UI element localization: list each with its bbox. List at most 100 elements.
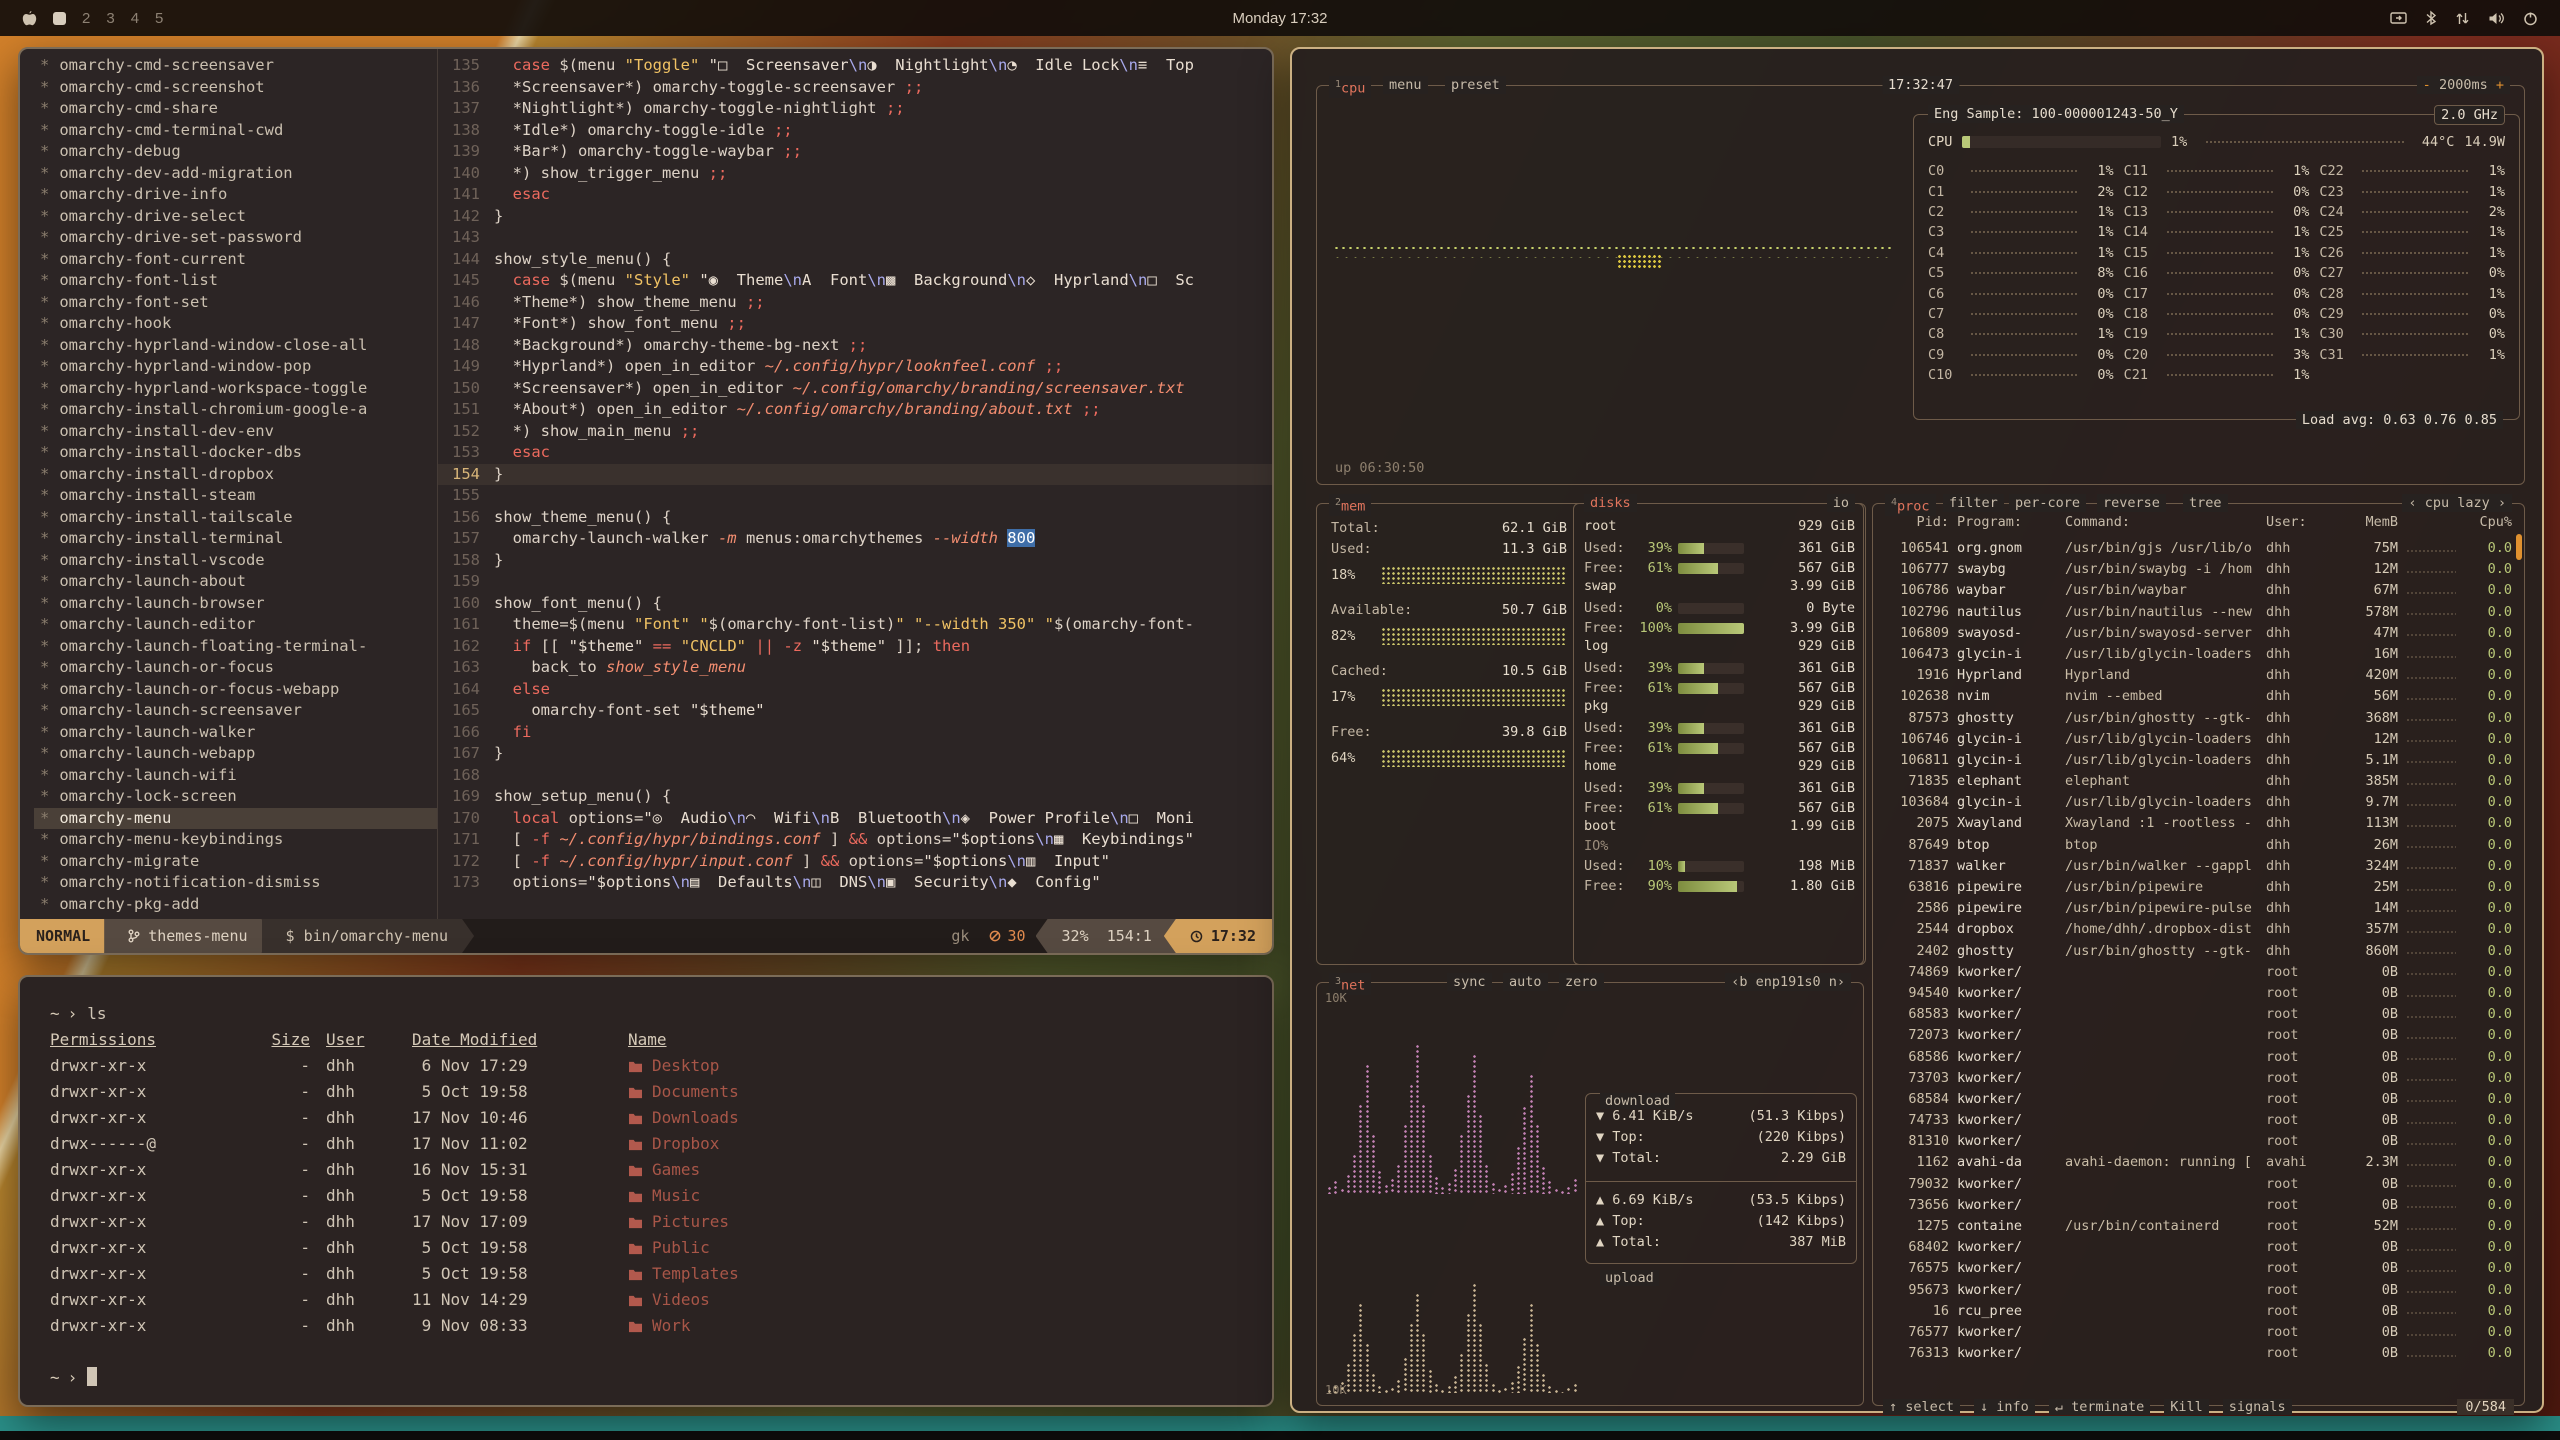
file-tree-item[interactable]: *omarchy-install-tailscale <box>34 507 437 529</box>
workspace-3-button[interactable]: 3 <box>106 10 114 27</box>
process-row[interactable]: 106541org.gnom/usr/bin/gjs /usr/lib/odhh… <box>1885 540 2512 561</box>
net-auto-button[interactable]: auto <box>1503 973 1548 991</box>
process-scrollbar[interactable] <box>2516 534 2522 560</box>
process-row[interactable]: 106777swaybg/usr/bin/swaybg -i /homdhh12… <box>1885 561 2512 582</box>
process-row[interactable]: 87649btopbtopdhh26M0.0 <box>1885 837 2512 858</box>
file-tree-item[interactable]: *omarchy-launch-browser <box>34 593 437 615</box>
process-row[interactable]: 63816pipewire/usr/bin/pipewiredhh25M0.0 <box>1885 879 2512 900</box>
process-column-header[interactable]: User: <box>2266 514 2330 530</box>
process-footer-action[interactable]: ↑ select <box>1883 1399 1960 1415</box>
process-footer-action[interactable]: ↓ info <box>1974 1399 2035 1415</box>
process-row[interactable]: 74869kworker/root0B0.0 <box>1885 964 2512 985</box>
screencast-icon[interactable] <box>2390 11 2407 26</box>
process-column-header[interactable]: MemB <box>2338 514 2398 530</box>
file-tree-item[interactable]: *omarchy-cmd-screensaver <box>34 55 437 77</box>
file-tree-item[interactable]: *omarchy-hook <box>34 313 437 335</box>
file-tree-item[interactable]: *omarchy-cmd-screenshot <box>34 77 437 99</box>
process-row[interactable]: 2075XwaylandXwayland :1 -rootless -dhh11… <box>1885 815 2512 836</box>
process-row[interactable]: 2586pipewire/usr/bin/pipewire-pulsedhh14… <box>1885 900 2512 921</box>
process-row[interactable]: 68584kworker/root0B0.0 <box>1885 1091 2512 1112</box>
update-interval-control[interactable]: - 2000ms + <box>2417 76 2510 94</box>
file-tree-item[interactable]: *omarchy-font-set <box>34 292 437 314</box>
process-row[interactable]: 2544dropbox/home/dhh/.dropbox-distdhh357… <box>1885 921 2512 942</box>
process-row[interactable]: 1275containe/usr/bin/containerdroot52M0.… <box>1885 1218 2512 1239</box>
process-row[interactable]: 106809swayosd-/usr/bin/swayosd-serverdhh… <box>1885 625 2512 646</box>
process-row[interactable]: 103684glycin-i/usr/lib/glycin-loadersdhh… <box>1885 794 2512 815</box>
file-tree-item[interactable]: *omarchy-drive-set-password <box>34 227 437 249</box>
process-row[interactable]: 74733kworker/root0B0.0 <box>1885 1112 2512 1133</box>
process-footer-action[interactable]: Kill <box>2164 1399 2209 1415</box>
cpu-menu-button[interactable]: menu <box>1383 76 1428 94</box>
process-row[interactable]: 76575kworker/root0B0.0 <box>1885 1260 2512 1281</box>
disks-title[interactable]: disks <box>1584 494 1637 512</box>
file-tree-item[interactable]: *omarchy-install-dev-env <box>34 421 437 443</box>
file-tree-item[interactable]: *omarchy-launch-screensaver <box>34 700 437 722</box>
proc-sort-selector[interactable]: ‹ cpu lazy › <box>2402 494 2512 512</box>
process-footer-action[interactable]: signals <box>2223 1399 2292 1415</box>
file-tree-item[interactable]: *omarchy-launch-webapp <box>34 743 437 765</box>
workspace-2-button[interactable]: 2 <box>82 10 90 27</box>
process-row[interactable]: 106811glycin-i/usr/lib/glycin-loadersdhh… <box>1885 752 2512 773</box>
process-row[interactable]: 102638nvimnvim --embeddhh56M0.0 <box>1885 688 2512 709</box>
file-tree-item[interactable]: *omarchy-pkg-add <box>34 894 437 916</box>
process-row[interactable]: 79032kworker/root0B0.0 <box>1885 1176 2512 1197</box>
process-row[interactable]: 102796nautilus/usr/bin/nautilus --newdhh… <box>1885 604 2512 625</box>
file-tree-item[interactable]: *omarchy-install-dropbox <box>34 464 437 486</box>
proc-tree-button[interactable]: tree <box>2183 494 2228 512</box>
process-column-header[interactable]: Command: <box>2065 514 2258 530</box>
workspace-5-button[interactable]: 5 <box>155 10 163 27</box>
file-tree-item[interactable]: *omarchy-launch-editor <box>34 614 437 636</box>
file-tree-item[interactable]: *omarchy-install-vscode <box>34 550 437 572</box>
process-row[interactable]: 1916HyprlandHyprlanddhh420M0.0 <box>1885 667 2512 688</box>
process-row[interactable]: 1162avahi-daavahi-daemon: running [avahi… <box>1885 1154 2512 1175</box>
file-tree-item[interactable]: *omarchy-font-current <box>34 249 437 271</box>
file-tree-item[interactable]: *omarchy-drive-info <box>34 184 437 206</box>
net-zero-button[interactable]: zero <box>1559 973 1604 991</box>
terminal-prompt-line-2[interactable]: ~› <box>50 1365 1242 1391</box>
file-tree-item[interactable]: *omarchy-menu-keybindings <box>34 829 437 851</box>
process-row[interactable]: 68586kworker/root0B0.0 <box>1885 1049 2512 1070</box>
net-interface-selector[interactable]: ‹b enp191s0 n› <box>1725 973 1851 991</box>
file-tree-item[interactable]: *omarchy-install-terminal <box>34 528 437 550</box>
io-mode-button[interactable]: io <box>1827 494 1855 512</box>
process-row[interactable]: 76313kworker/root0B0.0 <box>1885 1345 2512 1366</box>
process-row[interactable]: 94540kworker/root0B0.0 <box>1885 985 2512 1006</box>
process-row[interactable]: 106473glycin-i/usr/lib/glycin-loadersdhh… <box>1885 646 2512 667</box>
process-row[interactable]: 2402ghostty/usr/bin/ghostty --gtk-dhh860… <box>1885 943 2512 964</box>
process-row[interactable]: 72073kworker/root0B0.0 <box>1885 1027 2512 1048</box>
volume-icon[interactable] <box>2488 11 2505 26</box>
process-row[interactable]: 95673kworker/root0B0.0 <box>1885 1282 2512 1303</box>
file-tree-item[interactable]: *omarchy-migrate <box>34 851 437 873</box>
file-tree-item[interactable]: *omarchy-launch-wifi <box>34 765 437 787</box>
file-tree-item[interactable]: *omarchy-hyprland-workspace-toggle <box>34 378 437 400</box>
bluetooth-icon[interactable] <box>2425 10 2437 26</box>
file-tree-item[interactable]: *omarchy-menu <box>34 808 437 830</box>
process-row[interactable]: 68583kworker/root0B0.0 <box>1885 1006 2512 1027</box>
process-row[interactable]: 73656kworker/root0B0.0 <box>1885 1197 2512 1218</box>
bandwidth-icon[interactable] <box>2455 11 2470 26</box>
file-tree-item[interactable]: *omarchy-install-steam <box>34 485 437 507</box>
process-row[interactable]: 106746glycin-i/usr/lib/glycin-loadersdhh… <box>1885 731 2512 752</box>
file-tree-item[interactable]: *omarchy-cmd-terminal-cwd <box>34 120 437 142</box>
process-row[interactable]: 16rcu_preeroot0B0.0 <box>1885 1303 2512 1324</box>
cpu-preset-button[interactable]: preset <box>1445 76 1506 94</box>
net-sync-button[interactable]: sync <box>1447 973 1492 991</box>
process-footer-action[interactable]: ↵ terminate <box>2049 1399 2150 1415</box>
proc-filter-button[interactable]: filter <box>1943 494 2004 512</box>
process-column-header[interactable]: Cpu% <box>2464 514 2512 530</box>
interval-minus-button[interactable]: - <box>2423 77 2431 93</box>
file-tree-item[interactable]: *omarchy-install-docker-dbs <box>34 442 437 464</box>
file-tree[interactable]: *omarchy-cmd-screensaver*omarchy-cmd-scr… <box>20 49 438 919</box>
terminal-window[interactable]: ~›ls PermissionsSizeUserDate ModifiedNam… <box>18 975 1274 1407</box>
process-row[interactable]: 71837walker/usr/bin/walker --gappldhh324… <box>1885 858 2512 879</box>
process-row[interactable]: 68402kworker/root0B0.0 <box>1885 1239 2512 1260</box>
proc-per-core-button[interactable]: per-core <box>2009 494 2086 512</box>
file-tree-item[interactable]: *omarchy-drive-select <box>34 206 437 228</box>
power-icon[interactable] <box>2523 11 2538 26</box>
file-tree-item[interactable]: *omarchy-launch-floating-terminal- <box>34 636 437 658</box>
file-tree-item[interactable]: *omarchy-hyprland-window-pop <box>34 356 437 378</box>
file-tree-item[interactable]: *omarchy-cmd-share <box>34 98 437 120</box>
code-area[interactable]: 135 case $(menu "Toggle" "□ Screensaver\… <box>438 49 1272 919</box>
process-column-header[interactable]: Pid: <box>1885 514 1949 530</box>
process-row[interactable]: 106786waybar/usr/bin/waybardhh67M0.0 <box>1885 582 2512 603</box>
